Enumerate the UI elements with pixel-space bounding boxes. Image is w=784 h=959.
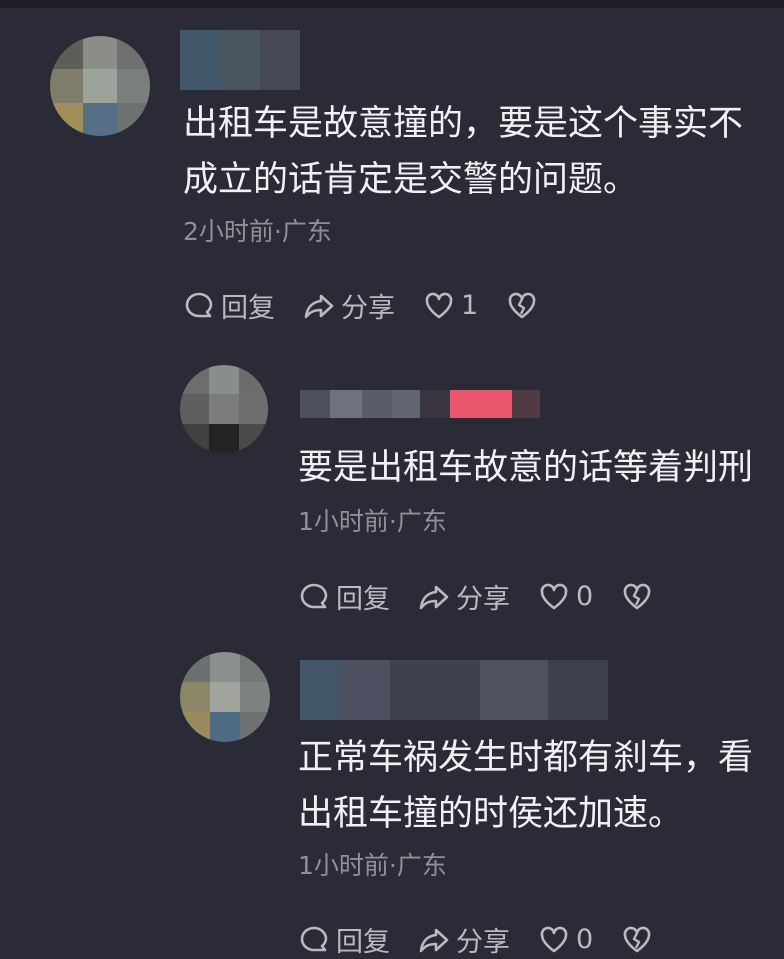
reply-label: 回复 [221,293,275,324]
comment-meta: 1小时前·广东 [298,507,447,536]
username-blurred[interactable] [300,660,608,720]
comment-actions: 回复 分享 0 [298,920,681,959]
share-button[interactable]: 分享 [418,920,510,959]
heart-icon [425,292,453,318]
reply-label: 回复 [336,584,390,615]
username-blurred[interactable] [300,390,540,418]
heart-icon [540,583,568,609]
comment-text: 要是出租车故意的话等着判刑 [298,440,753,496]
dislike-button[interactable] [621,581,653,613]
share-label: 分享 [456,927,510,958]
comment-text-line: 正常车祸发生时都有刹车，看 [298,738,754,778]
like-button[interactable]: 0 [538,924,593,956]
top-edge [0,0,784,8]
share-button[interactable]: 分享 [418,577,510,616]
share-icon [304,294,334,318]
share-icon [419,585,449,609]
comment-meta: 2小时前·广东 [183,217,332,246]
comment-icon [300,583,328,608]
comment-meta: 1小时前·广东 [298,851,447,880]
comment-text: 出租车是故意撞的，要是这个事实不 成立的话肯定是交警的问题。 [183,96,743,208]
reply-button[interactable]: 回复 [298,577,390,616]
like-count: 0 [576,924,594,955]
comment-actions: 回复 分享 1 [183,286,566,325]
comment-icon [300,926,328,951]
dislike-button[interactable] [506,290,538,322]
share-label: 分享 [341,293,395,324]
broken-heart-icon [623,926,651,952]
comment-text-line: 出租车是故意撞的，要是这个事实不 [183,104,744,144]
reply-button[interactable]: 回复 [183,286,275,325]
like-count: 0 [576,581,594,612]
comment-text: 正常车祸发生时都有刹车，看 出租车撞的时侯还加速。 [298,730,753,842]
share-button[interactable]: 分享 [303,286,395,325]
username-blurred[interactable] [180,30,300,90]
avatar[interactable] [180,365,268,453]
reply-button[interactable]: 回复 [298,920,390,959]
reply-label: 回复 [336,927,390,958]
comment-actions: 回复 分享 0 [298,577,681,616]
dislike-button[interactable] [621,924,653,956]
broken-heart-icon [623,583,651,609]
comment-text-line: 出租车撞的时侯还加速。 [298,794,684,834]
like-button[interactable]: 1 [423,290,478,322]
like-count: 1 [461,290,479,321]
avatar[interactable] [180,652,270,742]
avatar[interactable] [50,36,150,136]
broken-heart-icon [508,292,536,318]
heart-icon [540,926,568,952]
comment-icon [185,292,213,317]
comment-text-line: 要是出租车故意的话等着判刑 [298,448,754,488]
like-button[interactable]: 0 [538,581,593,613]
comment-text-line: 成立的话肯定是交警的问题。 [183,160,639,200]
share-icon [419,928,449,952]
share-label: 分享 [456,584,510,615]
